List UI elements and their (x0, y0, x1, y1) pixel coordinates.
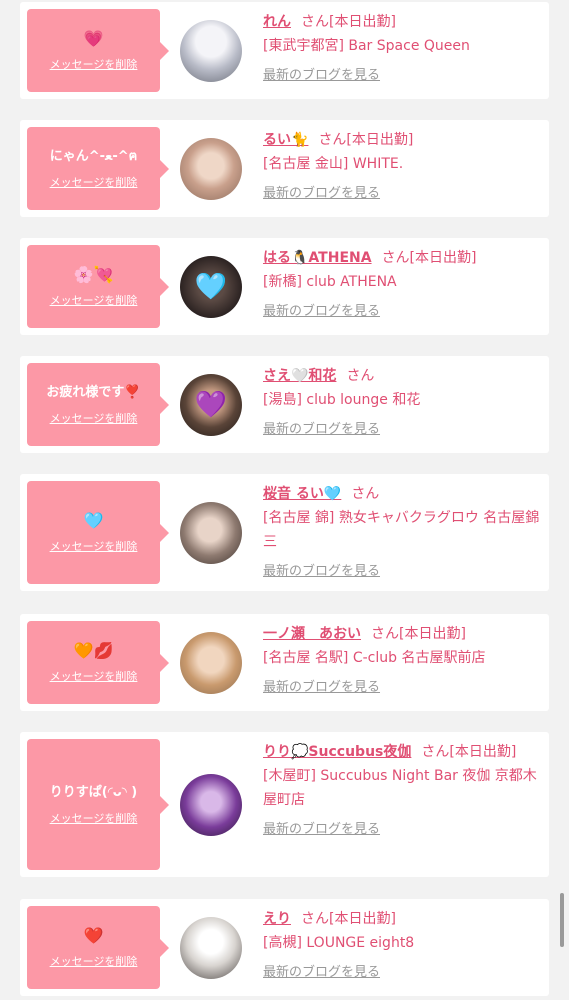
message-bubble: お疲れ様です❣️ メッセージを削除 (27, 363, 169, 446)
name-line: えり さん[本日出勤] (263, 907, 541, 931)
latest-blog-link[interactable]: 最新のブログを見る (263, 64, 541, 88)
cast-name-link[interactable]: えり (263, 911, 291, 927)
delete-message-link[interactable]: メッセージを削除 (50, 538, 138, 554)
latest-blog-link[interactable]: 最新のブログを見る (263, 560, 541, 584)
delete-message-link[interactable]: メッセージを削除 (50, 953, 138, 969)
list-item: りりすぱ(◜ᴗ◝ ) メッセージを削除 りり💭Succubus夜伽 さん[本日出勤… (20, 732, 549, 877)
blue-heart-icon: 🩵 (194, 272, 228, 302)
cast-name-link[interactable]: れん (263, 14, 291, 30)
message-text: お疲れ様です❣️ (46, 384, 141, 400)
cast-info: るい🐈 さん[本日出勤] [名古屋 金山] WHITE. 最新のブログを見る (263, 128, 541, 206)
delete-message-link[interactable]: メッセージを削除 (50, 292, 138, 308)
name-line: 桜音 るい🩵 さん (263, 482, 541, 506)
latest-blog-link[interactable]: 最新のブログを見る (263, 182, 541, 206)
message-bubble: 💗 メッセージを削除 (27, 9, 169, 92)
avatar[interactable] (180, 632, 242, 694)
delete-message-link[interactable]: メッセージを削除 (50, 56, 138, 72)
delete-message-link[interactable]: メッセージを削除 (50, 410, 138, 426)
name-line: はる🐧ATHENA さん[本日出勤] (263, 246, 541, 270)
list-item: 💗 メッセージを削除 れん さん[本日出勤] [東武宇都宮] Bar Space … (20, 2, 549, 99)
list-item: 🧡💋 メッセージを削除 一ノ瀬 あおい さん[本日出勤] [名古屋 名駅] C-c… (20, 614, 549, 711)
avatar[interactable] (180, 20, 242, 82)
cast-status: さん[本日出勤] (421, 744, 517, 760)
avatar[interactable] (180, 502, 242, 564)
message-bubble: 🌸💘 メッセージを削除 (27, 245, 169, 328)
cast-status: さん (346, 368, 375, 384)
cast-status: さん[本日出勤] (301, 911, 396, 927)
cast-info: はる🐧ATHENA さん[本日出勤] [新橋] club ATHENA 最新のブロ… (263, 246, 541, 324)
cast-name-link[interactable]: はる🐧ATHENA (263, 250, 372, 266)
cast-info: れん さん[本日出勤] [東武宇都宮] Bar Space Queen 最新のブロ… (263, 10, 541, 88)
message-text: 🩵 (83, 510, 104, 530)
message-bubble: 🧡💋 メッセージを削除 (27, 621, 169, 704)
list-item: にゃん^-ﻌ-^ฅ メッセージを削除 るい🐈 さん[本日出勤] [名古屋 金山] … (20, 120, 549, 217)
avatar[interactable]: 🩵 (180, 256, 242, 318)
message-bubble: 🩵 メッセージを削除 (27, 481, 169, 584)
cast-name-link[interactable]: りり💭Succubus夜伽 (263, 744, 411, 760)
shop-name: [新橋] club ATHENA (263, 274, 397, 290)
purple-heart-icon: 💜 (194, 390, 228, 420)
message-text: 💗 (83, 28, 104, 48)
shop-name: [名古屋 名駅] C-club 名古屋駅前店 (263, 650, 486, 666)
cast-info: 桜音 るい🩵 さん [名古屋 錦] 熟女キャバクラグロウ 名古屋錦三 最新のブログ… (263, 482, 541, 584)
shop-name: [名古屋 金山] WHITE. (263, 156, 404, 172)
cast-name-link[interactable]: 一ノ瀬 あおい (263, 626, 361, 642)
list-item: 🩵 メッセージを削除 桜音 るい🩵 さん [名古屋 錦] 熟女キャバクラグロウ 名… (20, 474, 549, 591)
cast-status: さん[本日出勤] (381, 250, 477, 266)
message-text: 🧡💋 (73, 640, 114, 660)
cast-status: さん[本日出勤] (371, 626, 466, 642)
name-line: れん さん[本日出勤] (263, 10, 541, 34)
delete-message-link[interactable]: メッセージを削除 (50, 174, 138, 190)
shop-name: [名古屋 錦] 熟女キャバクラグロウ 名古屋錦三 (263, 510, 540, 550)
message-text: 🌸💘 (73, 264, 114, 284)
cast-info: りり💭Succubus夜伽 さん[本日出勤] [木屋町] Succubus Nig… (263, 740, 541, 842)
message-bubble: にゃん^-ﻌ-^ฅ メッセージを削除 (27, 127, 169, 210)
latest-blog-link[interactable]: 最新のブログを見る (263, 818, 541, 842)
cast-status: さん (351, 486, 380, 502)
list-item: ❤️ メッセージを削除 えり さん[本日出勤] [高槻] LOUNGE eight… (20, 899, 549, 996)
avatar[interactable] (180, 774, 242, 836)
scrollbar[interactable] (560, 893, 564, 947)
shop-name: [東武宇都宮] Bar Space Queen (263, 38, 470, 54)
latest-blog-link[interactable]: 最新のブログを見る (263, 676, 541, 700)
name-line: りり💭Succubus夜伽 さん[本日出勤] (263, 740, 541, 764)
delete-message-link[interactable]: メッセージを削除 (50, 668, 138, 684)
cast-name-link[interactable]: 桜音 るい🩵 (263, 486, 341, 502)
avatar[interactable] (180, 138, 242, 200)
cast-info: えり さん[本日出勤] [高槻] LOUNGE eight8 最新のブログを見る (263, 907, 541, 985)
name-line: るい🐈 さん[本日出勤] (263, 128, 541, 152)
delete-message-link[interactable]: メッセージを削除 (50, 810, 138, 826)
message-text: ❤️ (83, 925, 104, 945)
name-line: さえ🤍和花 さん (263, 364, 541, 388)
message-text: りりすぱ(◜ᴗ◝ ) (49, 784, 138, 800)
cast-name-link[interactable]: さえ🤍和花 (263, 368, 336, 384)
cast-status: さん[本日出勤] (318, 132, 414, 148)
shop-name: [木屋町] Succubus Night Bar 夜伽 京都木屋町店 (263, 768, 537, 808)
avatar[interactable]: 💜 (180, 374, 242, 436)
name-line: 一ノ瀬 あおい さん[本日出勤] (263, 622, 541, 646)
shop-name: [高槻] LOUNGE eight8 (263, 935, 415, 951)
shop-name: [湯島] club lounge 和花 (263, 392, 421, 408)
list-item: お疲れ様です❣️ メッセージを削除 💜 さえ🤍和花 さん [湯島] club lo… (20, 356, 549, 453)
latest-blog-link[interactable]: 最新のブログを見る (263, 418, 541, 442)
cast-info: さえ🤍和花 さん [湯島] club lounge 和花 最新のブログを見る (263, 364, 541, 442)
latest-blog-link[interactable]: 最新のブログを見る (263, 961, 541, 985)
cast-info: 一ノ瀬 あおい さん[本日出勤] [名古屋 名駅] C-club 名古屋駅前店 最… (263, 622, 541, 700)
message-bubble: りりすぱ(◜ᴗ◝ ) メッセージを削除 (27, 739, 169, 870)
avatar[interactable] (180, 917, 242, 979)
cast-status: さん[本日出勤] (301, 14, 396, 30)
latest-blog-link[interactable]: 最新のブログを見る (263, 300, 541, 324)
message-text: にゃん^-ﻌ-^ฅ (49, 148, 138, 164)
cast-name-link[interactable]: るい🐈 (263, 132, 308, 148)
message-bubble: ❤️ メッセージを削除 (27, 906, 169, 989)
list-item: 🌸💘 メッセージを削除 🩵 はる🐧ATHENA さん[本日出勤] [新橋] clu… (20, 238, 549, 335)
